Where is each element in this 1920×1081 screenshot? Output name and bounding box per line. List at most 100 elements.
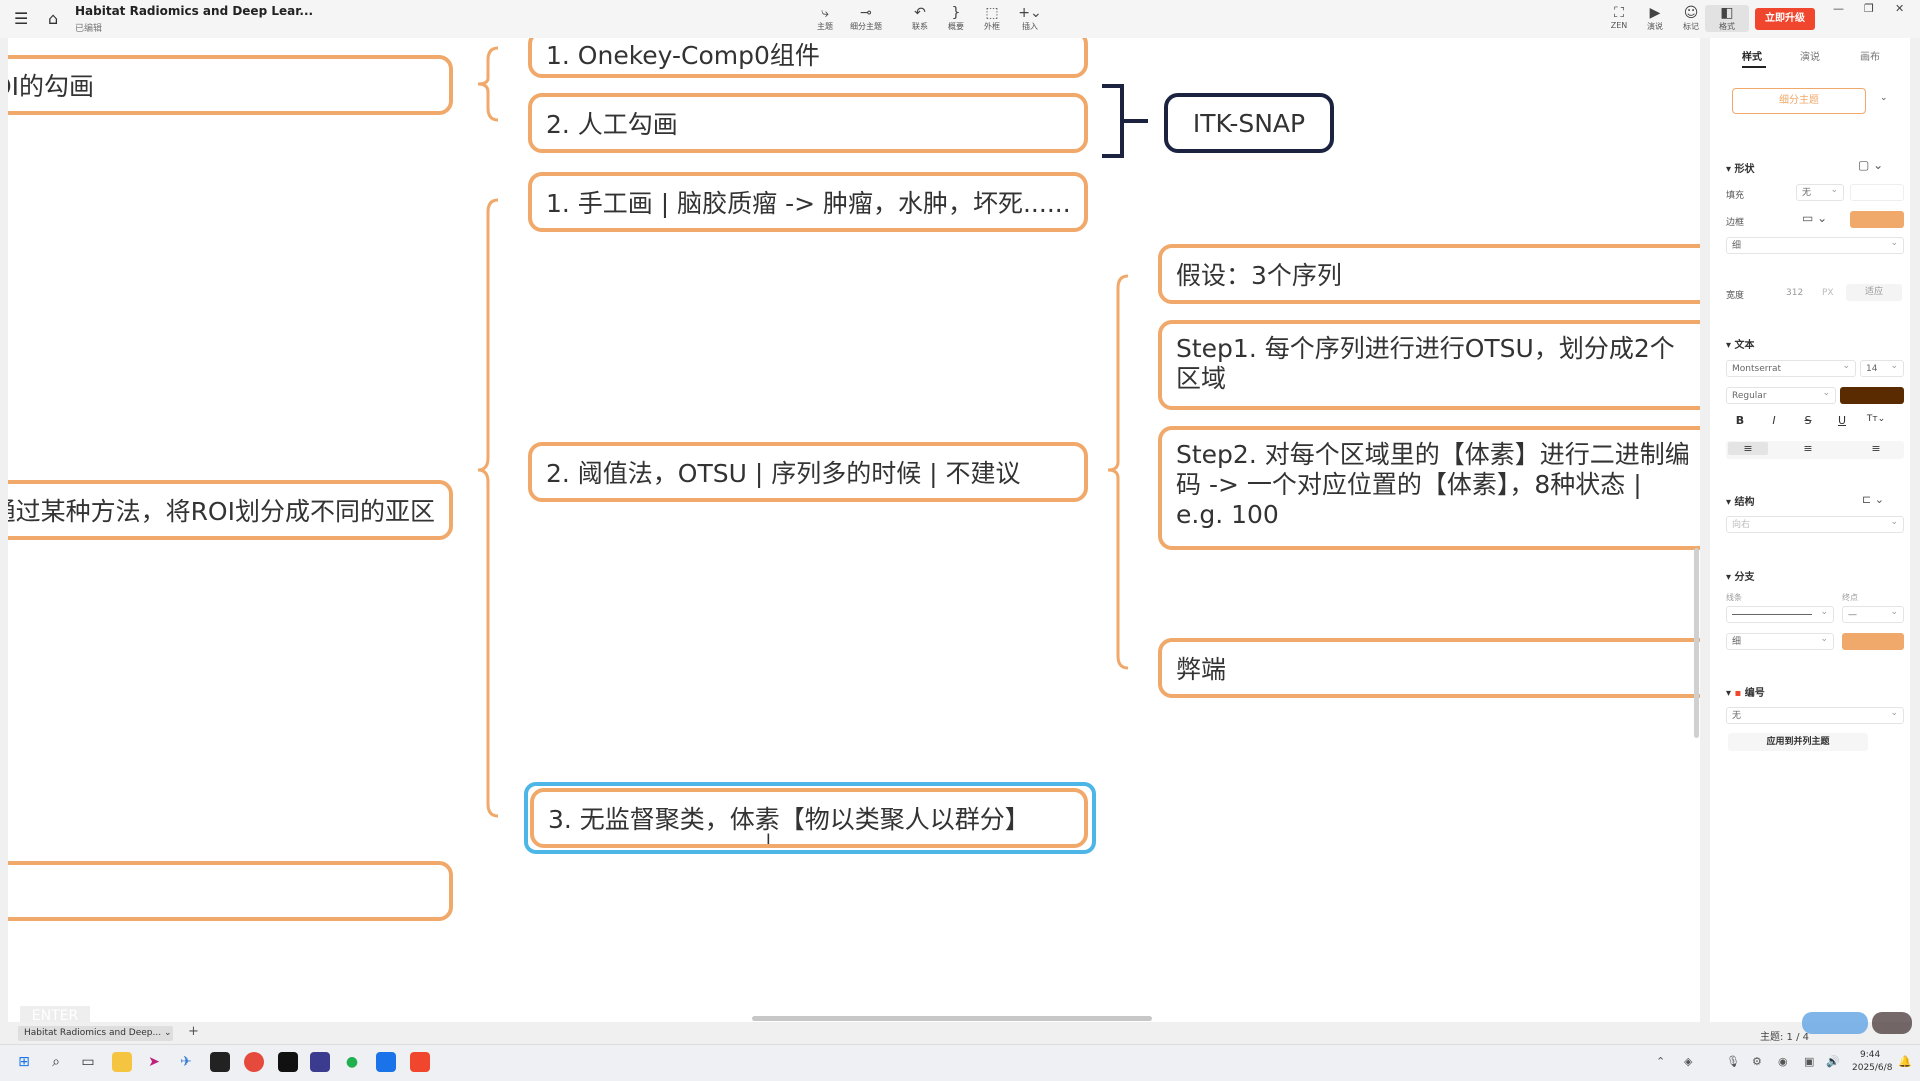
clock-time[interactable]: 9:44	[1860, 1050, 1880, 1060]
clock-date[interactable]: 2025/6/8	[1852, 1063, 1892, 1073]
font-family-select[interactable]: Montserrat	[1726, 358, 1856, 377]
avatar[interactable]	[1872, 1012, 1912, 1034]
tab-canvas[interactable]: 画布	[1860, 48, 1880, 63]
bold-icon[interactable]: B	[1726, 414, 1754, 427]
width-fit-button[interactable]: 适应	[1846, 284, 1902, 301]
tray-icon-3[interactable]: ◉	[1778, 1055, 1788, 1068]
format-button[interactable]: ◧ 格式	[1705, 5, 1749, 32]
fill-color-swatch[interactable]	[1850, 184, 1904, 201]
branch-color-swatch[interactable]	[1842, 633, 1904, 650]
topic-style-button[interactable]: 细分主题	[1732, 88, 1866, 114]
topic-count: 主题: 1 / 4	[1760, 1032, 1809, 1043]
section-text[interactable]: ▾ 文本	[1726, 336, 1755, 351]
shape-icon[interactable]: ▢ ⌄	[1858, 158, 1883, 172]
close-icon[interactable]: ✕	[1895, 2, 1904, 15]
text-format-row: B I S U Tт⌄	[1726, 414, 1904, 434]
text-color-swatch[interactable]	[1840, 387, 1904, 404]
tray-chevron-icon[interactable]: ⌃	[1656, 1055, 1665, 1068]
toolbar-topic-button[interactable]: ⤷ 主题	[803, 5, 847, 32]
mindmap-node[interactable]: 通过某种方法，将ROI划分成不同的亚区	[8, 480, 453, 540]
vertical-scrollbar[interactable]	[1694, 548, 1699, 738]
mindmap-node[interactable]: 2. 阈值法，OTSU | 序列多的时候 | 不建议	[528, 442, 1088, 502]
minimize-icon[interactable]: —	[1833, 2, 1844, 15]
numbering-select[interactable]: 无	[1726, 705, 1904, 724]
file-explorer-icon[interactable]	[112, 1052, 132, 1072]
chevron-down-icon[interactable]: ⌄	[1880, 93, 1888, 103]
wechat-icon[interactable]: ●	[342, 1052, 362, 1072]
fill-label: 填充	[1726, 191, 1745, 201]
upgrade-button[interactable]: 立即升级	[1755, 8, 1815, 30]
width-unit: PX	[1822, 288, 1834, 298]
underline-icon[interactable]: U	[1828, 414, 1856, 427]
structure-icon[interactable]: ⊏ ⌄	[1862, 493, 1884, 506]
mindmap-node-itk-snap[interactable]: ITK-SNAP	[1164, 93, 1334, 153]
mindmap-node[interactable]: 1. 手工画 | 脑胶质瘤 -> 肿瘤，水肿，坏死......	[528, 172, 1088, 232]
border-color-swatch[interactable]	[1850, 211, 1904, 228]
numbering-icon: ▪	[1734, 688, 1742, 699]
tab-style[interactable]: 样式	[1742, 48, 1762, 63]
app-arrow-icon[interactable]: ➤	[144, 1052, 164, 1072]
align-center-icon[interactable]: ≡	[1794, 442, 1822, 455]
font-size-select[interactable]: 14	[1860, 358, 1904, 377]
border-weight-select[interactable]: 细	[1726, 235, 1904, 254]
tray-app-icon[interactable]: ◈	[1684, 1055, 1692, 1068]
line-end-select[interactable]: —	[1842, 604, 1904, 623]
volume-icon[interactable]: 🔊	[1826, 1055, 1840, 1068]
chrome-icon[interactable]	[244, 1052, 264, 1072]
format-panel: 样式 演说 画布 细分主题 ⌄ ▾ 形状 ▢ ⌄ 填充 无 边框 ▭ ⌄ 细 宽…	[1710, 38, 1910, 1022]
branch-weight-select[interactable]: 细	[1726, 631, 1834, 650]
app-dark-icon[interactable]	[278, 1052, 298, 1072]
mindmap-node[interactable]: 弊端	[1158, 638, 1700, 698]
align-left-icon[interactable]: ≡	[1728, 442, 1768, 455]
maximize-icon[interactable]: ❐	[1864, 2, 1874, 15]
italic-icon[interactable]: I	[1760, 414, 1788, 427]
structure-select[interactable]: 向右	[1726, 514, 1904, 533]
ime-widget[interactable]	[1802, 1012, 1868, 1034]
mindmap-node[interactable]: OI的勾画	[8, 55, 453, 115]
border-label: 边框	[1726, 218, 1745, 228]
fill-select[interactable]: 无	[1796, 182, 1844, 201]
section-branch[interactable]: ▾ 分支	[1726, 568, 1755, 583]
task-view-icon[interactable]: ▭	[78, 1052, 98, 1072]
selected-mindmap-node[interactable]: 3. 无监督聚类，体素【物以类聚人以群分】 I	[530, 788, 1088, 848]
mindmap-node[interactable]: 3	[8, 861, 453, 921]
sheet-tab[interactable]: Habitat Radiomics and Deep... ⌄	[18, 1026, 173, 1041]
terminal-icon[interactable]	[210, 1052, 230, 1072]
font-weight-select[interactable]: Regular	[1726, 385, 1836, 404]
line-style-select[interactable]	[1726, 604, 1834, 623]
mic-icon[interactable]: 🎙	[1726, 1055, 1740, 1068]
tray-icon-2[interactable]: ⚙	[1752, 1055, 1762, 1068]
menu-icon[interactable]: ☰	[14, 9, 28, 28]
add-sheet-icon[interactable]: +	[188, 1024, 199, 1039]
display-icon[interactable]: ▣	[1804, 1055, 1814, 1068]
section-numbering[interactable]: ▾ ▪ 编号	[1726, 684, 1765, 699]
toolbar-insert-button[interactable]: +⌄ 插入	[1008, 5, 1052, 32]
mindmap-node[interactable]: 2. 人工勾画	[528, 93, 1088, 153]
section-shape[interactable]: ▾ 形状	[1726, 160, 1755, 175]
apply-to-siblings-button[interactable]: 应用到并列主题	[1728, 733, 1868, 751]
windows-start-icon[interactable]: ⊞	[14, 1052, 34, 1072]
app-blue-icon[interactable]	[376, 1052, 396, 1072]
text-case-icon[interactable]: Tт⌄	[1862, 414, 1890, 424]
align-row: ≡ ≡ ≡	[1726, 441, 1904, 459]
strikethrough-icon[interactable]: S	[1794, 414, 1822, 427]
search-icon[interactable]: ⌕	[46, 1052, 66, 1072]
mindmap-node[interactable]: Step2. 对每个区域里的【体素】进行二进制编码 -> 一个对应位置的【体素】…	[1158, 426, 1700, 550]
mindmap-node[interactable]: Step1. 每个序列进行进行OTSU，划分成2个区域	[1158, 320, 1700, 410]
border-shape-icon[interactable]: ▭ ⌄	[1802, 211, 1827, 225]
tab-pitch[interactable]: 演说	[1800, 48, 1820, 63]
xmind-icon[interactable]	[410, 1052, 430, 1072]
section-structure[interactable]: ▾ 结构	[1726, 493, 1755, 508]
notification-icon[interactable]: 🔔	[1898, 1055, 1912, 1068]
key-hint: ENTER	[20, 1006, 90, 1022]
mindmap-canvas[interactable]: OI的勾画 通过某种方法，将ROI划分成不同的亚区 3 1. Onekey-Co…	[8, 38, 1700, 1022]
app-doc-icon[interactable]	[310, 1052, 330, 1072]
align-right-icon[interactable]: ≡	[1862, 442, 1890, 455]
app-send-icon[interactable]: ✈	[176, 1052, 196, 1072]
mindmap-node[interactable]: 1. Onekey-Comp0组件	[528, 38, 1088, 78]
width-value[interactable]: 312	[1786, 288, 1803, 298]
mindmap-node[interactable]: 假设：3个序列	[1158, 244, 1700, 304]
toolbar-subtopic-button[interactable]: ⊸ 细分主题	[844, 5, 888, 32]
horizontal-scrollbar[interactable]	[752, 1016, 1152, 1021]
home-icon[interactable]: ⌂	[48, 9, 58, 28]
